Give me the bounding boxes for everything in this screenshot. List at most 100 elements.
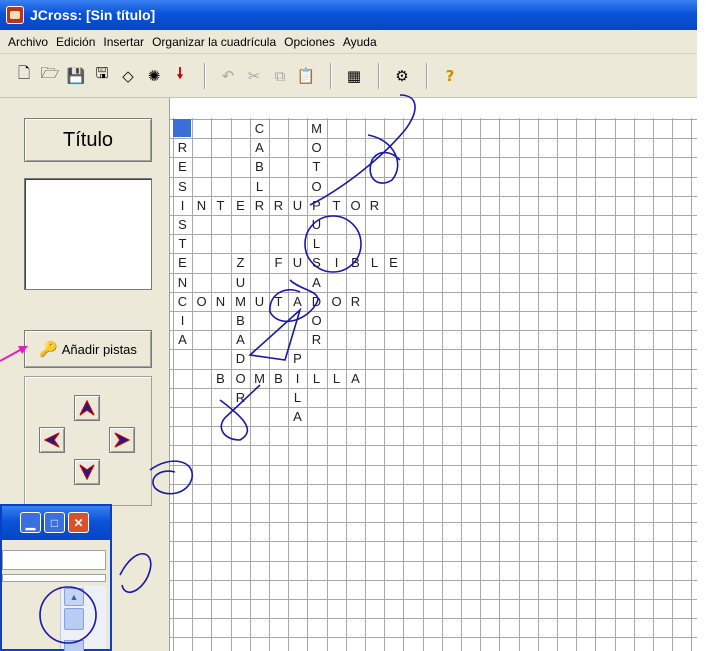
background-window-field-2[interactable] xyxy=(2,574,106,582)
close-button[interactable]: ✕ xyxy=(68,512,89,533)
grid-cell-letter[interactable]: N xyxy=(211,292,230,311)
nav-down-button[interactable] xyxy=(74,459,100,485)
selected-cell[interactable] xyxy=(173,119,191,137)
background-window-field[interactable] xyxy=(2,550,106,570)
grid-cell-letter[interactable]: P xyxy=(307,196,326,215)
grid-cell-letter[interactable]: A xyxy=(288,407,307,426)
paste-button[interactable]: 📋 xyxy=(294,64,318,88)
grid-cell-letter[interactable]: S xyxy=(173,215,192,234)
export-arrow-button[interactable]: 🠗 xyxy=(168,64,192,88)
grid-cell-letter[interactable]: B xyxy=(269,369,288,388)
grid-cell-letter[interactable]: A xyxy=(307,273,326,292)
grid-cell-letter[interactable]: M xyxy=(307,119,326,138)
grid-cell-letter[interactable]: O xyxy=(307,138,326,157)
grid-cell-letter[interactable]: A xyxy=(288,292,307,311)
grid-cell-letter[interactable]: I xyxy=(327,253,346,272)
crossword-grid[interactable]: CMRAOEBTSLOINTERRUPTORSUTLEZFUSIBLENUACO… xyxy=(170,118,697,651)
grid-cell-letter[interactable]: B xyxy=(346,253,365,272)
grid-cell-letter[interactable]: E xyxy=(173,157,192,176)
grid-cell-letter[interactable]: T xyxy=(307,157,326,176)
open-folder-button[interactable]: 🗁 xyxy=(38,64,62,88)
app-titlebar[interactable]: JCross: [Sin título] xyxy=(0,0,697,30)
menu-opciones[interactable]: Opciones xyxy=(280,35,339,49)
menu-insertar[interactable]: Insertar xyxy=(99,35,148,49)
menu-organizar-cuadricula[interactable]: Organizar la cuadrícula xyxy=(148,35,280,49)
grid-cell-letter[interactable]: T xyxy=(327,196,346,215)
grid-cell-letter[interactable]: S xyxy=(173,177,192,196)
grid-cell-letter[interactable]: R xyxy=(365,196,384,215)
configuration-button[interactable]: ⚙ xyxy=(390,64,414,88)
grid-cell-letter[interactable]: C xyxy=(250,119,269,138)
grid-cell-letter[interactable]: F xyxy=(269,253,288,272)
grid-cell-letter[interactable]: O xyxy=(231,369,250,388)
grid-cell-letter[interactable]: B xyxy=(231,311,250,330)
grid-cell-letter[interactable]: O xyxy=(346,196,365,215)
grid-cell-letter[interactable]: A xyxy=(346,369,365,388)
title-button[interactable]: Título xyxy=(24,118,152,162)
grid-cell-letter[interactable]: L xyxy=(307,369,326,388)
grid-cell-letter[interactable]: U xyxy=(288,196,307,215)
grid-cell-letter[interactable]: L xyxy=(288,388,307,407)
grid-cell-letter[interactable]: U xyxy=(250,292,269,311)
grid-cell-letter[interactable]: L xyxy=(327,369,346,388)
grid-cell-letter[interactable]: P xyxy=(288,349,307,368)
grid-cell-letter[interactable]: C xyxy=(173,292,192,311)
grid-cell-letter[interactable]: A xyxy=(173,330,192,349)
grid-cell-letter[interactable]: U xyxy=(307,215,326,234)
grid-cell-letter[interactable]: S xyxy=(307,253,326,272)
grid-cell-letter[interactable]: R xyxy=(307,330,326,349)
grid-maker-button[interactable]: ▦ xyxy=(342,64,366,88)
grid-cell-letter[interactable]: A xyxy=(250,138,269,157)
grid-cell-letter[interactable]: I xyxy=(288,369,307,388)
grid-cell-letter[interactable]: L xyxy=(365,253,384,272)
grid-cell-letter[interactable]: I xyxy=(173,311,192,330)
nav-up-button[interactable] xyxy=(74,395,100,421)
grid-cell-letter[interactable]: O xyxy=(307,177,326,196)
web-page-button[interactable]: ✺ xyxy=(142,64,166,88)
grid-cell-letter[interactable]: A xyxy=(231,330,250,349)
grid-cell-letter[interactable]: T xyxy=(173,234,192,253)
grid-cell-letter[interactable]: O xyxy=(307,311,326,330)
grid-cell-letter[interactable]: D xyxy=(231,349,250,368)
grid-cell-letter[interactable]: L xyxy=(250,177,269,196)
scrollbar-thumb-lower[interactable] xyxy=(64,640,84,651)
scrollbar-thumb[interactable] xyxy=(64,608,84,630)
grid-cell-letter[interactable]: R xyxy=(269,196,288,215)
grid-cell-letter[interactable]: B xyxy=(211,369,230,388)
new-file-button[interactable]: 🗋 xyxy=(12,64,36,88)
grid-cell-letter[interactable]: O xyxy=(327,292,346,311)
grid-cell-letter[interactable]: B xyxy=(250,157,269,176)
eraser-button[interactable]: ◇ xyxy=(116,64,140,88)
scroll-up-button[interactable]: ▲ xyxy=(64,588,84,606)
grid-cell-letter[interactable]: E xyxy=(173,253,192,272)
save-as-button[interactable]: 🖫 xyxy=(90,64,114,88)
grid-cell-letter[interactable]: R xyxy=(173,138,192,157)
grid-cell-letter[interactable]: E xyxy=(231,196,250,215)
minimize-button[interactable]: ▁ xyxy=(20,512,41,533)
undo-button[interactable]: ↶ xyxy=(216,64,240,88)
grid-cell-letter[interactable]: M xyxy=(231,292,250,311)
grid-cell-letter[interactable]: R xyxy=(250,196,269,215)
menu-edicion[interactable]: Edición xyxy=(52,35,99,49)
copy-button[interactable]: ⧉ xyxy=(268,64,292,88)
add-clues-button[interactable]: 🔑 Añadir pistas xyxy=(24,330,152,368)
grid-cell-letter[interactable]: Z xyxy=(231,253,250,272)
grid-cell-letter[interactable]: R xyxy=(231,388,250,407)
menu-archivo[interactable]: Archivo xyxy=(4,35,52,49)
grid-cell-letter[interactable]: T xyxy=(211,196,230,215)
menu-ayuda[interactable]: Ayuda xyxy=(339,35,381,49)
grid-cell-letter[interactable]: U xyxy=(288,253,307,272)
maximize-button[interactable]: □ xyxy=(44,512,65,533)
grid-cell-letter[interactable]: E xyxy=(384,253,403,272)
grid-cell-letter[interactable]: U xyxy=(231,273,250,292)
grid-cell-letter[interactable]: N xyxy=(192,196,211,215)
grid-cell-letter[interactable]: I xyxy=(173,196,192,215)
background-window[interactable]: ▁ □ ✕ ▲ xyxy=(0,504,112,651)
grid-cell-letter[interactable]: N xyxy=(173,273,192,292)
grid-cell-letter[interactable]: R xyxy=(346,292,365,311)
nav-right-button[interactable] xyxy=(109,427,135,453)
grid-cell-letter[interactable]: L xyxy=(307,234,326,253)
cut-button[interactable]: ✂ xyxy=(242,64,266,88)
grid-cell-letter[interactable]: D xyxy=(307,292,326,311)
nav-left-button[interactable] xyxy=(39,427,65,453)
